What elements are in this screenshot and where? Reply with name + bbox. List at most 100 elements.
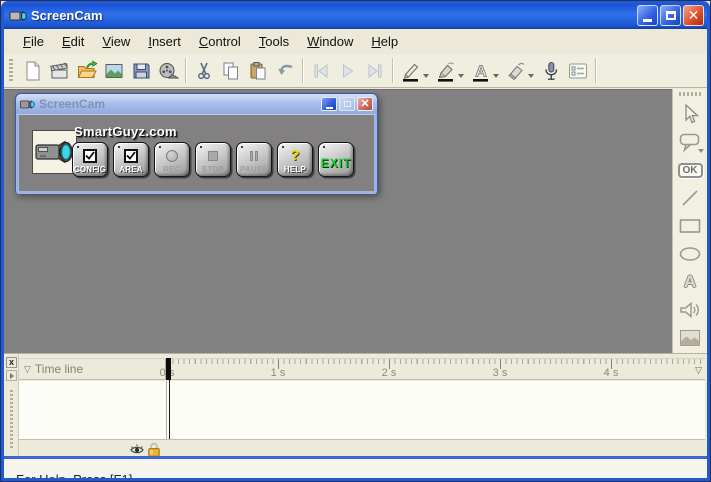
question-mark-icon: ? <box>290 149 299 163</box>
previous-frame-icon[interactable] <box>307 57 334 84</box>
object-toolbar: OK A <box>672 89 707 353</box>
pencil-dropdown-icon[interactable] <box>423 74 429 78</box>
menu-bar: File Edit View Insert Control Tools Wind… <box>4 29 707 54</box>
brand-text: SmartGuyz.com <box>74 124 177 139</box>
timeline-label: Time line <box>35 362 83 376</box>
minimize-icon <box>643 19 652 22</box>
visibility-eye-icon[interactable] <box>129 442 145 456</box>
lock-icon[interactable] <box>147 442 161 457</box>
sidebar-grip[interactable] <box>679 92 701 96</box>
timeline-ruler[interactable]: 0 s 1 s 2 s 3 s 4 s ▽ <box>166 359 705 379</box>
minimize-button[interactable] <box>637 5 658 26</box>
film-reel-icon[interactable] <box>154 57 181 84</box>
cut-icon[interactable] <box>190 57 217 84</box>
audio-tool-icon[interactable] <box>675 297 705 323</box>
timeline-expand-button[interactable] <box>6 370 17 381</box>
checkbox-checked-icon <box>83 149 97 163</box>
play-icon[interactable] <box>334 57 361 84</box>
menu-control[interactable]: Control <box>190 31 250 52</box>
close-button[interactable]: ✕ <box>683 5 704 26</box>
text-dropdown-icon[interactable] <box>493 74 499 78</box>
undo-icon[interactable] <box>271 57 298 84</box>
button-tool[interactable]: OK <box>675 157 705 183</box>
timeline-edge-strip: x <box>4 354 19 456</box>
checkbox-checked-icon <box>124 149 138 163</box>
pause-label: PAUSE <box>240 165 268 174</box>
ruler-label-4s: 4 s <box>604 367 619 379</box>
window-title: ScreenCam <box>31 8 103 23</box>
area-label: AREA <box>119 165 142 174</box>
rectangle-tool-icon[interactable] <box>675 213 705 239</box>
record-icon <box>166 150 178 162</box>
menu-view[interactable]: View <box>93 31 139 52</box>
line-tool-icon[interactable] <box>675 185 705 211</box>
config-label: CONFIG <box>74 165 106 174</box>
help-label: HELP <box>284 165 306 174</box>
menu-insert[interactable]: Insert <box>139 31 190 52</box>
config-button[interactable]: CONFIG <box>72 142 108 177</box>
timeline-track-area[interactable] <box>19 381 705 439</box>
control-buttons-row: CONFIG AREA REC STOP <box>72 142 354 177</box>
highlighter-tool-icon[interactable] <box>432 57 459 84</box>
playhead[interactable] <box>166 358 171 380</box>
help-button[interactable]: ? HELP <box>277 142 313 177</box>
ruler-dropdown-icon[interactable]: ▽ <box>695 365 702 376</box>
toolbar-separator <box>392 58 393 83</box>
image-tool-icon[interactable] <box>675 325 705 351</box>
menu-file[interactable]: File <box>14 31 53 52</box>
menu-help[interactable]: Help <box>362 31 407 52</box>
area-button[interactable]: AREA <box>113 142 149 177</box>
callout-tool-icon[interactable] <box>675 129 705 155</box>
rec-label: REC <box>163 165 181 174</box>
menu-edit[interactable]: Edit <box>53 31 93 52</box>
floating-camera-icon <box>20 99 35 110</box>
clapperboard-icon[interactable] <box>46 57 73 84</box>
toolbar-separator <box>595 58 596 83</box>
open-folder-icon[interactable] <box>73 57 100 84</box>
exit-button[interactable]: EXIT <box>318 142 354 177</box>
text-tool-icon[interactable]: A <box>675 269 705 295</box>
text-a-icon: A <box>684 272 696 292</box>
new-icon[interactable] <box>19 57 46 84</box>
timeline-footer <box>19 439 705 457</box>
cursor-tool-icon[interactable] <box>675 101 705 127</box>
tool-bar: A <box>4 54 707 88</box>
timeline-label-cell: ▽ Time line <box>19 359 166 379</box>
exit-label: EXIT <box>321 152 352 174</box>
chevron-right-icon <box>10 373 14 379</box>
camera-logo-box <box>32 130 77 174</box>
menu-tools[interactable]: Tools <box>250 31 298 52</box>
record-button: REC <box>154 142 190 177</box>
image-icon[interactable] <box>100 57 127 84</box>
microphone-icon[interactable] <box>537 57 564 84</box>
ellipse-tool-icon[interactable] <box>675 241 705 267</box>
copy-icon[interactable] <box>217 57 244 84</box>
floating-minimize-button[interactable] <box>321 97 337 111</box>
maximize-button[interactable] <box>660 5 681 26</box>
save-icon[interactable] <box>127 57 154 84</box>
eraser-dropdown-icon[interactable] <box>528 74 534 78</box>
status-text: For Help, Press [F1] <box>16 472 132 482</box>
app-camera-icon <box>9 9 27 23</box>
floating-window-body: SmartGuyz.com CONFIG AREA REC <box>16 114 377 194</box>
timeline-close-button[interactable]: x <box>6 357 17 368</box>
eraser-tool-icon[interactable] <box>502 57 529 84</box>
collapse-triangle-icon[interactable]: ▽ <box>24 364 31 375</box>
status-bar: For Help, Press [F1] <box>4 459 707 482</box>
next-frame-icon[interactable] <box>361 57 388 84</box>
paste-icon[interactable] <box>244 57 271 84</box>
text-tool-icon[interactable]: A <box>467 57 494 84</box>
close-icon: ✕ <box>360 99 369 110</box>
floating-title-bar[interactable]: ScreenCam ✕ <box>16 94 377 114</box>
toolbar-grip[interactable] <box>9 59 13 83</box>
toolbar-separator <box>185 58 186 83</box>
timeline-grip[interactable] <box>10 390 13 448</box>
pencil-tool-icon[interactable] <box>397 57 424 84</box>
minimize-icon <box>326 107 333 109</box>
options-icon[interactable] <box>564 57 591 84</box>
menu-window[interactable]: Window <box>298 31 362 52</box>
floating-close-button[interactable]: ✕ <box>357 97 373 111</box>
highlighter-dropdown-icon[interactable] <box>458 74 464 78</box>
ruler-label-1s: 1 s <box>271 367 286 379</box>
floating-maximize-button <box>339 97 355 111</box>
